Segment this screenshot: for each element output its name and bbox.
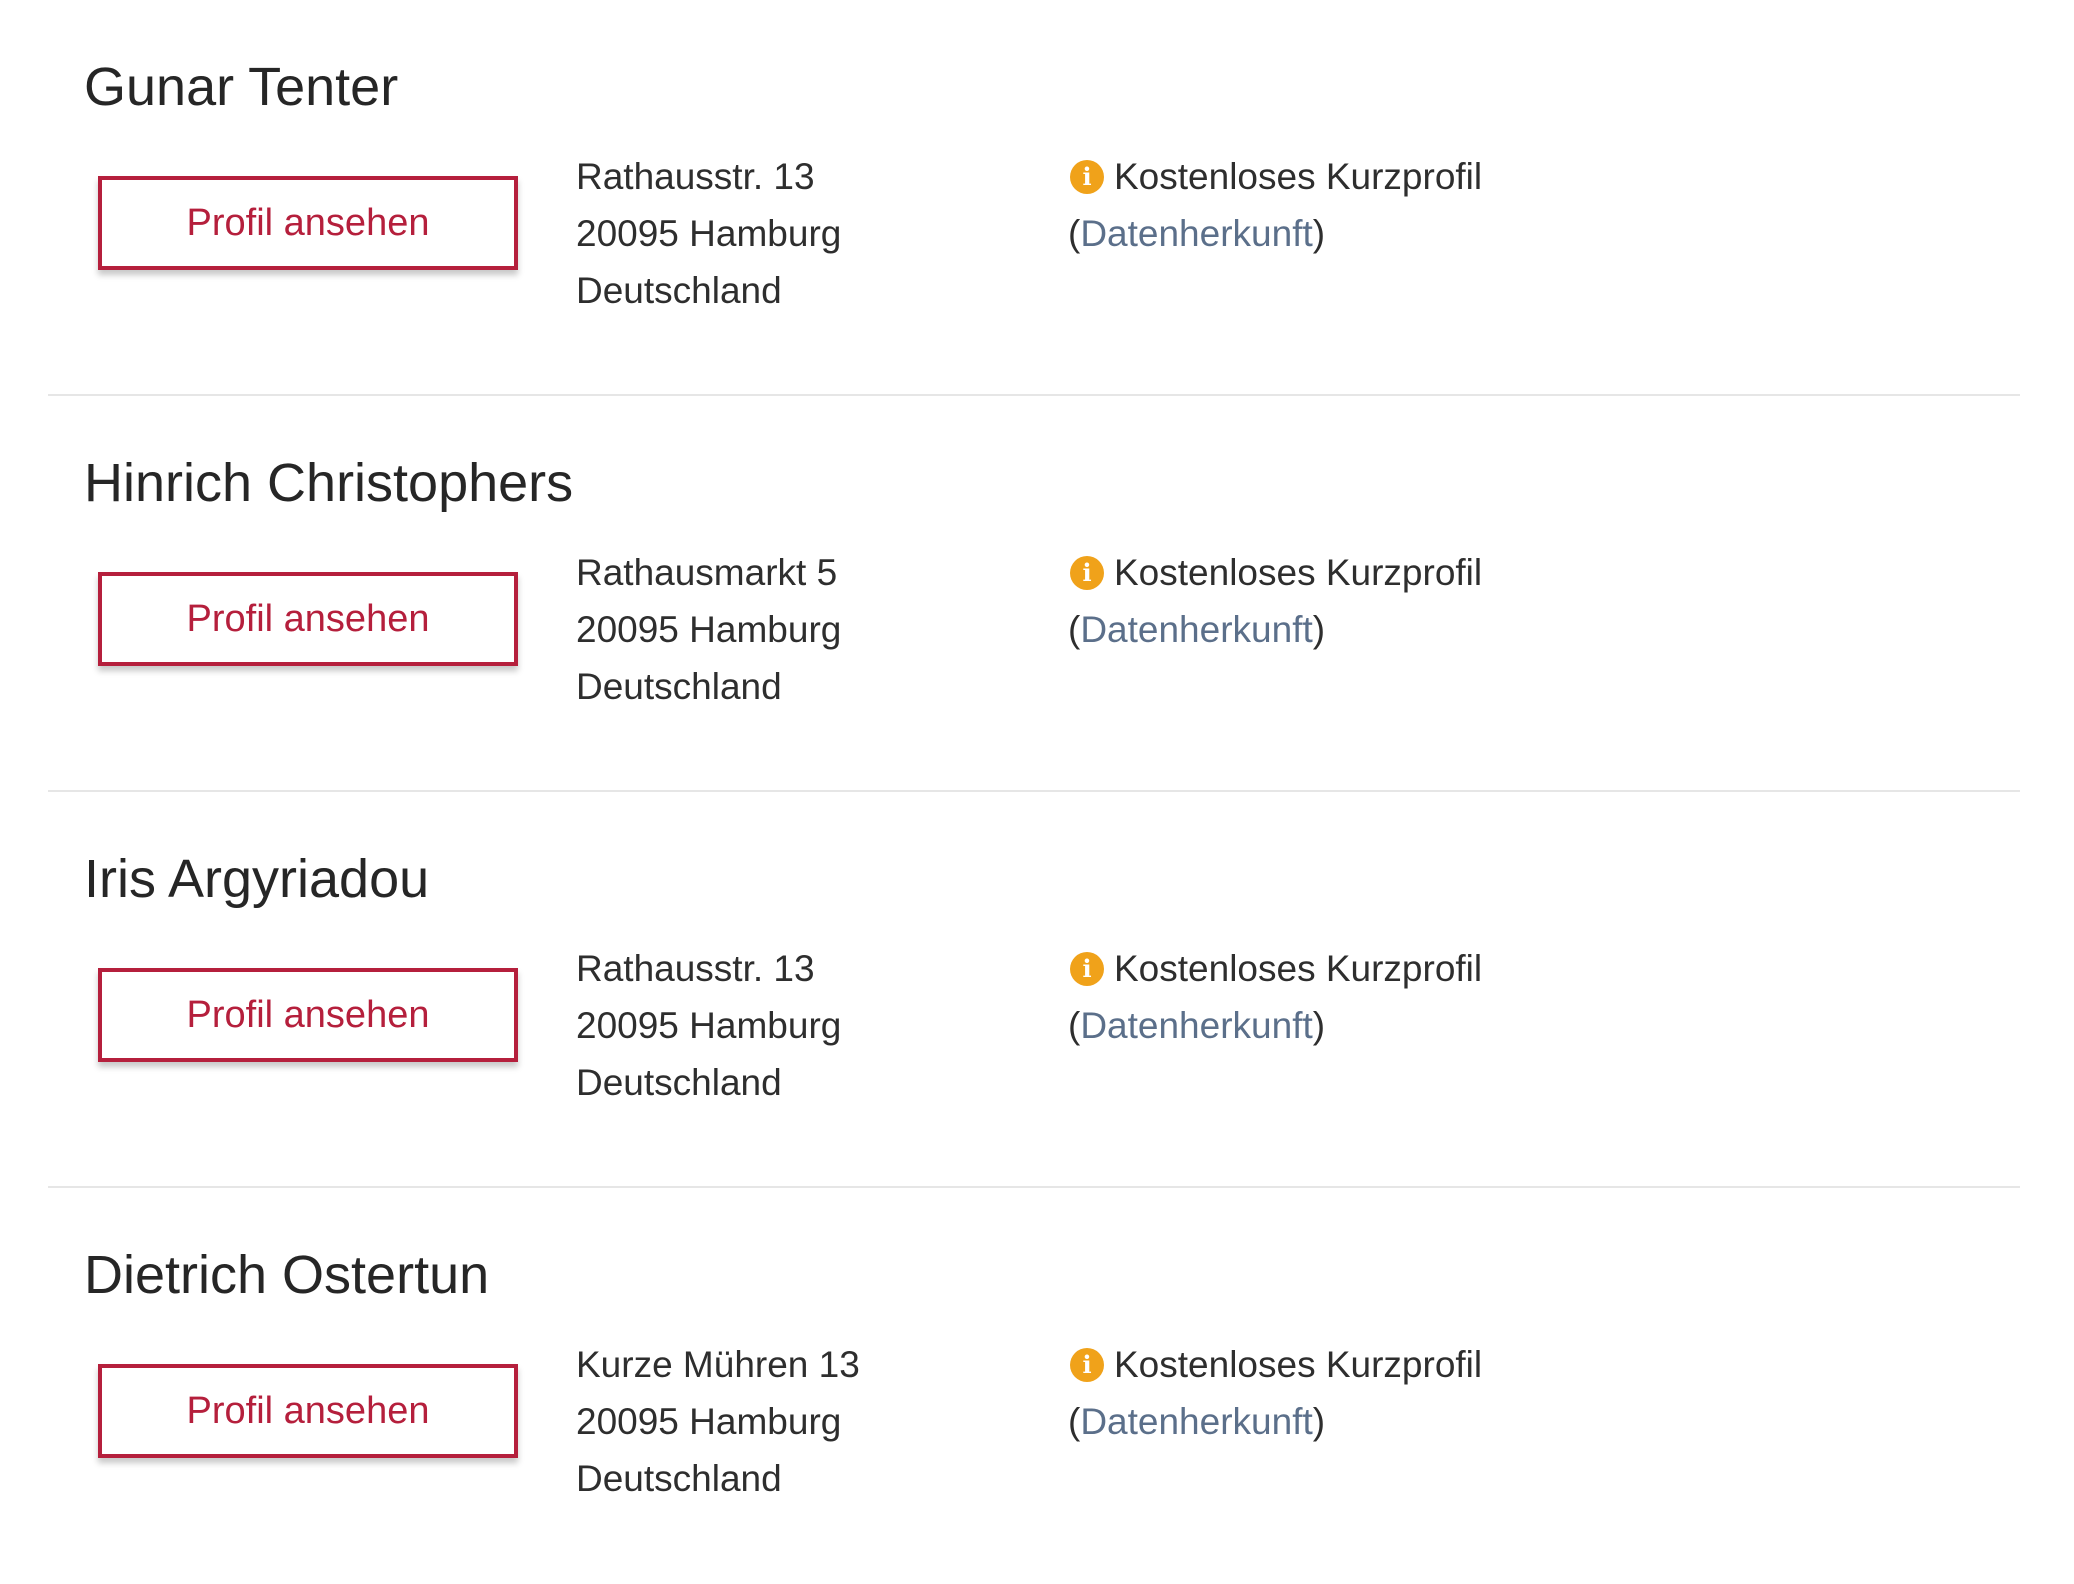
person-name: Iris Argyriadou [84, 849, 430, 909]
person-name: Dietrich Ostertun [84, 1245, 490, 1305]
free-profile-label: Kostenloses Kurzprofil [1114, 552, 1483, 593]
address-street: Rathausstr. 13 [576, 156, 815, 197]
address-street: Rathausmarkt 5 [576, 552, 838, 593]
free-profile-line: i Kostenloses Kurzprofil [1068, 940, 1482, 997]
profile-info: i Kostenloses Kurzprofil (Datenherkunft) [1068, 1336, 1482, 1450]
address-city: 20095 Hamburg [576, 213, 842, 254]
list-item: Gunar Tenter Profil ansehen Rathausstr. … [48, 0, 2020, 396]
address-city: 20095 Hamburg [576, 1005, 842, 1046]
profile-info: i Kostenloses Kurzprofil (Datenherkunft) [1068, 148, 1482, 262]
data-source-line: (Datenherkunft) [1068, 1401, 1326, 1442]
info-circle-icon: i [1070, 1347, 1104, 1382]
view-profile-button[interactable]: Profil ansehen [98, 968, 518, 1062]
info-circle-icon: i [1070, 555, 1104, 590]
address-block: Rathausstr. 13 20095 Hamburg Deutschland [576, 940, 841, 1111]
data-source-link[interactable]: Datenherkunft [1080, 609, 1312, 650]
address-city: 20095 Hamburg [576, 1401, 842, 1442]
address-city: 20095 Hamburg [576, 609, 842, 650]
data-source-link[interactable]: Datenherkunft [1080, 213, 1312, 254]
free-profile-label: Kostenloses Kurzprofil [1114, 948, 1483, 989]
profile-info: i Kostenloses Kurzprofil (Datenherkunft) [1068, 544, 1482, 658]
person-name: Gunar Tenter [84, 57, 399, 117]
list-item: Dietrich Ostertun Profil ansehen Kurze M… [48, 1188, 2020, 1584]
result-list: Gunar Tenter Profil ansehen Rathausstr. … [48, 0, 2020, 1584]
free-profile-line: i Kostenloses Kurzprofil [1068, 148, 1482, 205]
data-source-line: (Datenherkunft) [1068, 1005, 1326, 1046]
profile-info: i Kostenloses Kurzprofil (Datenherkunft) [1068, 940, 1482, 1054]
free-profile-line: i Kostenloses Kurzprofil [1068, 1336, 1482, 1393]
free-profile-label: Kostenloses Kurzprofil [1114, 156, 1483, 197]
address-block: Kurze Mühren 13 20095 Hamburg Deutschlan… [576, 1336, 860, 1507]
address-country: Deutschland [576, 270, 782, 311]
data-source-line: (Datenherkunft) [1068, 213, 1326, 254]
view-profile-button[interactable]: Profil ansehen [98, 572, 518, 666]
data-source-line: (Datenherkunft) [1068, 609, 1326, 650]
list-item: Hinrich Christophers Profil ansehen Rath… [48, 396, 2020, 792]
address-block: Rathausstr. 13 20095 Hamburg Deutschland [576, 148, 841, 319]
view-profile-button[interactable]: Profil ansehen [98, 1364, 518, 1458]
data-source-link[interactable]: Datenherkunft [1080, 1005, 1312, 1046]
info-circle-icon: i [1070, 951, 1104, 986]
person-name: Hinrich Christophers [84, 453, 574, 513]
free-profile-line: i Kostenloses Kurzprofil [1068, 544, 1482, 601]
free-profile-label: Kostenloses Kurzprofil [1114, 1344, 1483, 1385]
list-item: Iris Argyriadou Profil ansehen Rathausst… [48, 792, 2020, 1188]
address-country: Deutschland [576, 1062, 782, 1103]
address-street: Rathausstr. 13 [576, 948, 815, 989]
view-profile-button[interactable]: Profil ansehen [98, 176, 518, 270]
address-country: Deutschland [576, 1458, 782, 1499]
address-country: Deutschland [576, 666, 782, 707]
address-street: Kurze Mühren 13 [576, 1344, 860, 1385]
data-source-link[interactable]: Datenherkunft [1080, 1401, 1312, 1442]
info-circle-icon: i [1070, 159, 1104, 194]
address-block: Rathausmarkt 5 20095 Hamburg Deutschland [576, 544, 841, 715]
